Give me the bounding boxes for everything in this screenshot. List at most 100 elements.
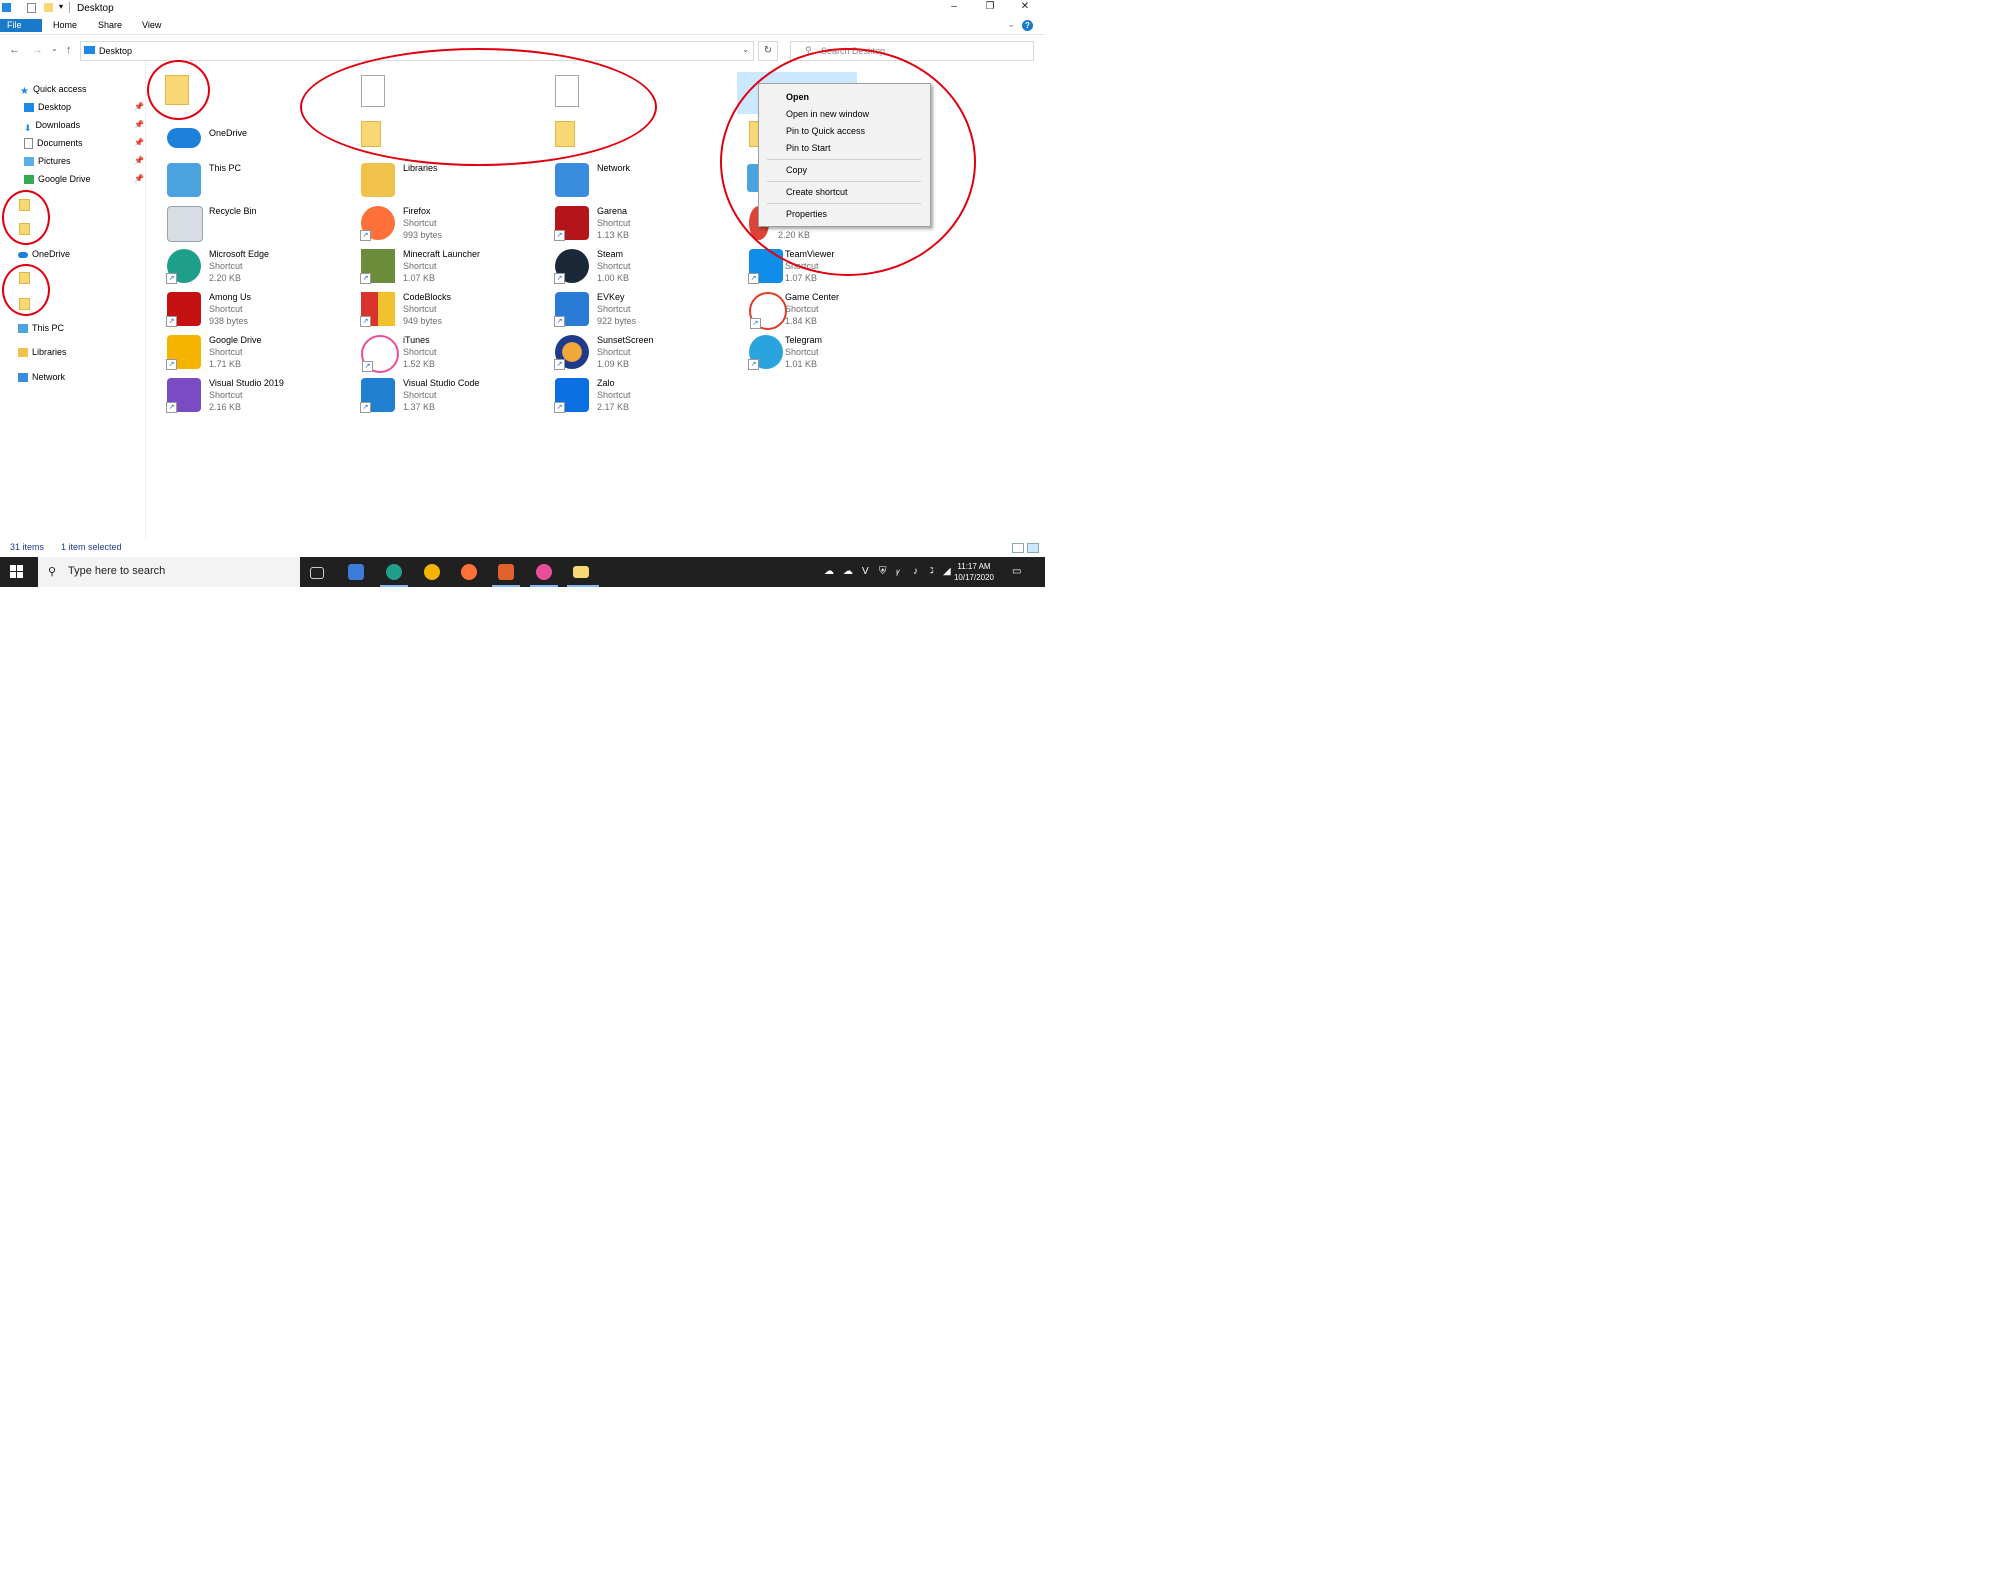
taskbar-search-input[interactable]: ⚲ Type here to search <box>38 557 300 587</box>
store-icon[interactable] <box>348 564 364 580</box>
item-name: OneDrive <box>209 128 248 138</box>
list-item[interactable]: OneDrive <box>154 116 334 156</box>
onedrive-tray-icon[interactable]: ☁ <box>843 566 853 577</box>
menu-item-copy[interactable]: Copy <box>786 163 807 177</box>
nav-google-drive[interactable]: Google Drive <box>24 172 91 186</box>
edge-taskbar-icon[interactable] <box>386 564 402 580</box>
folder-icon[interactable] <box>19 223 30 235</box>
clock[interactable]: 11:17 AM 10/17/2020 <box>948 561 1000 583</box>
list-item[interactable]: ↗ iTunes Shortcut 1.52 KB <box>348 331 528 373</box>
folder-icon[interactable] <box>555 121 575 147</box>
list-item[interactable]: ↗ TeamViewer Shortcut 1.07 KB <box>736 245 916 285</box>
item-count: 31 items <box>10 542 45 552</box>
list-item[interactable]: ↗ Microsoft Edge Shortcut 2.20 KB <box>154 245 334 285</box>
details-view-icon[interactable] <box>1012 543 1024 553</box>
nav-label: Documents <box>37 138 83 148</box>
list-item[interactable]: ↗ CodeBlocks Shortcut 949 bytes <box>348 288 528 328</box>
menu-item-pin-quick-access[interactable]: Pin to Quick access <box>786 124 865 138</box>
customize-qat-icon[interactable]: ▾ <box>59 2 63 11</box>
address-dropdown-icon[interactable]: ⌄ <box>742 45 749 54</box>
menu-item-open[interactable]: Open <box>786 90 809 104</box>
matlab-taskbar-icon[interactable] <box>498 564 514 580</box>
notification-icon[interactable]: ▭ <box>1012 566 1021 577</box>
file-icon[interactable] <box>361 75 385 107</box>
itunes-taskbar-icon[interactable] <box>536 564 552 580</box>
item-name: Network <box>597 163 631 173</box>
refresh-button[interactable]: ↻ <box>758 41 778 61</box>
chrome-taskbar-icon[interactable] <box>424 564 440 580</box>
list-item[interactable]: ↗ Google Drive Shortcut 1.71 KB <box>154 331 334 371</box>
input-method-icon[interactable]: ℷ <box>930 566 934 575</box>
folder-icon[interactable] <box>361 121 381 147</box>
firefox-taskbar-icon[interactable] <box>461 564 477 580</box>
list-item[interactable]: ↗ Garena Shortcut 1.13 KB <box>542 202 722 242</box>
folder-icon[interactable] <box>19 272 30 284</box>
vpn-tray-icon[interactable]: V <box>862 566 869 577</box>
list-item[interactable]: ↗ Telegram Shortcut 1.01 KB <box>736 331 916 371</box>
nav-this-pc[interactable]: This PC <box>18 321 64 335</box>
list-item[interactable]: Libraries <box>348 159 528 199</box>
list-item[interactable]: ↗ Among Us Shortcut 938 bytes <box>154 288 334 328</box>
back-arrow-icon[interactable]: ← <box>9 44 20 56</box>
list-item[interactable]: ↗ Firefox Shortcut 993 bytes <box>348 202 528 242</box>
security-tray-icon[interactable]: ⛨ <box>879 566 887 577</box>
nav-downloads[interactable]: ⬇ Downloads <box>24 118 80 133</box>
tab-view[interactable]: View <box>138 19 165 32</box>
nav-network[interactable]: Network <box>18 370 65 384</box>
vscode-icon: ↗ <box>360 378 395 413</box>
new-folder-icon[interactable] <box>44 3 53 12</box>
forward-arrow-icon[interactable]: → <box>32 44 43 56</box>
keyboard-tray-icon[interactable]: ꝩ <box>896 566 900 577</box>
folder-icon[interactable] <box>19 298 30 310</box>
menu-item-pin-start[interactable]: Pin to Start <box>786 141 831 155</box>
list-item[interactable]: ↗ Zalo Shortcut 2.17 KB <box>542 374 722 414</box>
menu-item-open-new-window[interactable]: Open in new window <box>786 107 869 121</box>
item-name: This PC <box>209 163 242 173</box>
nav-onedrive[interactable]: OneDrive <box>18 247 70 261</box>
up-arrow-icon[interactable]: ↑ <box>66 44 72 56</box>
list-item[interactable]: ↗ EVKey Shortcut 922 bytes <box>542 288 722 328</box>
list-item[interactable]: ↗ Game Center Shortcut 1.84 KB <box>736 288 916 330</box>
list-item[interactable]: ↗ SunsetScreen Shortcut 1.09 KB <box>542 331 722 371</box>
folder-icon[interactable] <box>19 199 30 211</box>
cloud-tray-icon[interactable]: ☁ <box>824 566 834 577</box>
screenshot-area: ▾ Desktop – ❐ ✕ File Home Share View ⌄ ?… <box>0 0 1045 587</box>
minimize-button[interactable]: – <box>947 1 961 12</box>
menu-item-properties[interactable]: Properties <box>786 207 827 221</box>
list-item[interactable]: Recycle Bin <box>154 202 334 242</box>
list-item[interactable]: ↗ Visual Studio Code Shortcut 1.37 KB <box>348 374 528 414</box>
tab-share[interactable]: Share <box>94 19 126 32</box>
folder-icon[interactable] <box>165 75 189 105</box>
list-item[interactable]: ↗ Steam Shortcut 1.00 KB <box>542 245 722 285</box>
list-item[interactable]: This PC <box>154 159 334 199</box>
search-input[interactable]: ⚲ Search Desktop <box>790 41 1034 61</box>
restore-button[interactable]: ❐ <box>983 1 997 12</box>
ribbon-expand-icon[interactable]: ⌄ <box>1007 19 1015 30</box>
list-item[interactable]: ↗ Visual Studio 2019 Shortcut 2.16 KB <box>154 374 334 414</box>
task-view-icon[interactable] <box>310 567 324 579</box>
nav-libraries[interactable]: Libraries <box>18 345 67 359</box>
tab-home[interactable]: Home <box>49 19 81 32</box>
close-button[interactable]: ✕ <box>1018 1 1032 12</box>
nav-desktop[interactable]: Desktop <box>24 100 71 114</box>
recent-locations-icon[interactable]: ⌄ <box>51 44 58 53</box>
nav-pictures[interactable]: Pictures <box>24 154 71 168</box>
volume-icon[interactable]: ♪ <box>913 566 918 577</box>
nav-quick-access[interactable]: ★ Quick access <box>20 82 87 97</box>
help-icon[interactable]: ? <box>1022 20 1033 31</box>
large-icons-view-icon[interactable] <box>1027 543 1039 553</box>
shortcut-arrow-icon: ↗ <box>166 316 177 327</box>
menu-item-create-shortcut[interactable]: Create shortcut <box>786 185 848 199</box>
address-bar[interactable]: Desktop ⌄ <box>80 41 754 61</box>
item-type: Shortcut <box>403 218 437 228</box>
file-icon[interactable] <box>555 75 579 107</box>
file-explorer-taskbar-icon[interactable] <box>573 566 589 578</box>
list-item[interactable]: Network <box>542 159 722 199</box>
network-icon <box>555 163 589 197</box>
tab-file[interactable]: File <box>0 19 42 32</box>
properties-icon[interactable] <box>27 3 36 13</box>
computer-icon <box>167 163 201 197</box>
list-item[interactable]: ↗ Minecraft Launcher Shortcut 1.07 KB <box>348 245 528 285</box>
nav-documents[interactable]: Documents <box>24 136 83 150</box>
windows-start-icon[interactable] <box>10 565 24 579</box>
